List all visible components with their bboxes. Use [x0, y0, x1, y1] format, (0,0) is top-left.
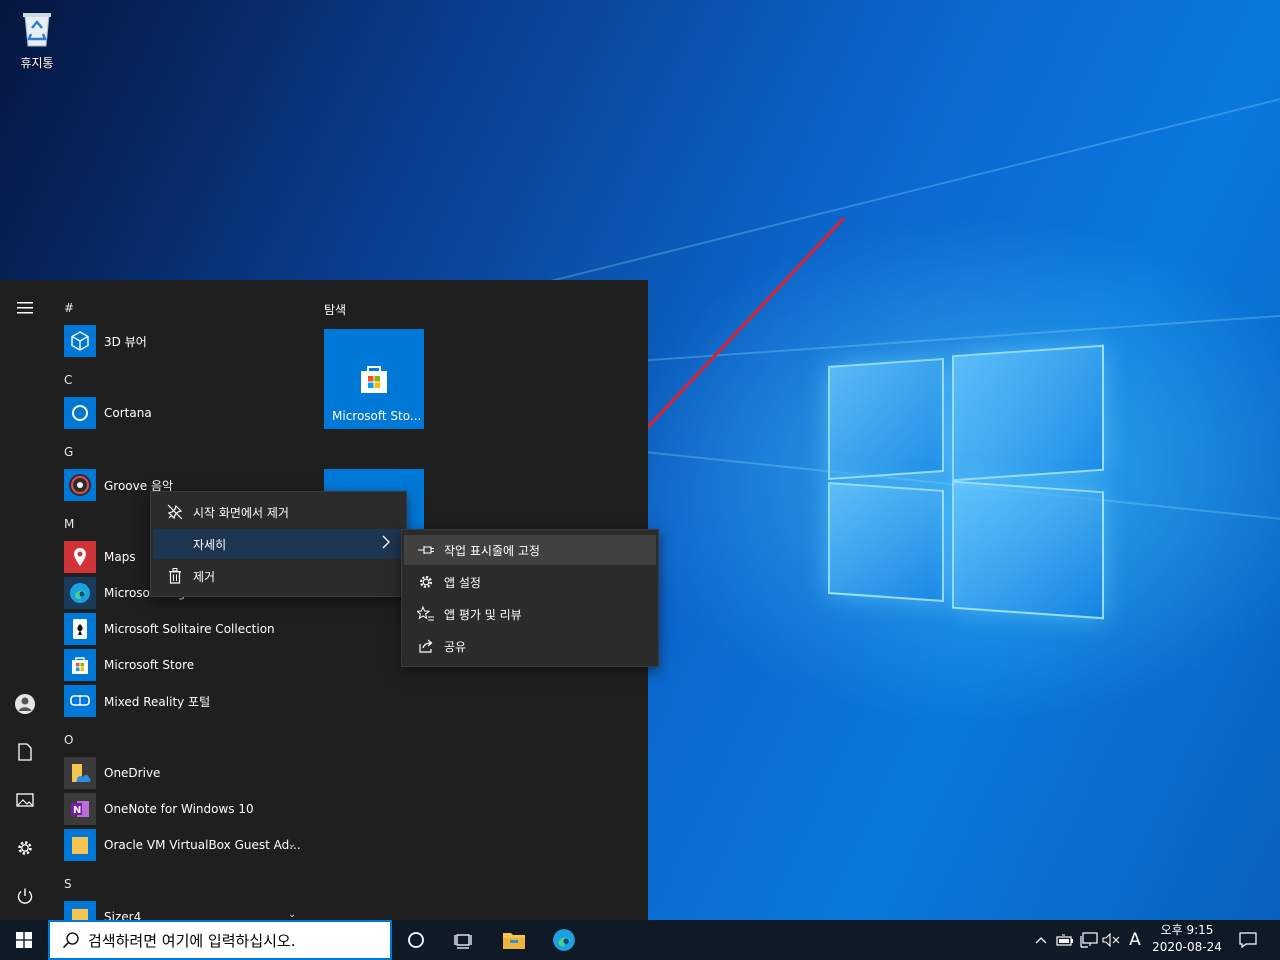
group-header-s[interactable]: S: [64, 877, 72, 891]
edge-taskbar-button[interactable]: [540, 920, 588, 960]
recycle-bin-label: 휴지통: [20, 56, 54, 70]
action-center-button[interactable]: [1230, 920, 1266, 960]
chevron-down-icon[interactable]: ⌄: [288, 909, 296, 920]
folder-icon: [72, 909, 88, 920]
menu-item-more[interactable]: 자세히: [153, 529, 404, 559]
pictures-icon: [16, 793, 34, 807]
user-account-button[interactable]: [5, 684, 45, 724]
tiles-group-header[interactable]: 탐색: [324, 301, 346, 318]
app-microsoft-store[interactable]: Microsoft Store: [64, 649, 304, 681]
tile-microsoft-store[interactable]: Microsoft Sto...: [324, 329, 424, 429]
cube-icon: [71, 331, 89, 351]
app-context-menu: 시작 화면에서 제거 자세히 제거: [150, 491, 407, 597]
start-rail: [0, 280, 50, 920]
unpin-icon: [167, 504, 183, 520]
app-list: # 3D 뷰어 C Cortana G Groove 음악 M Maps Mic…: [50, 280, 310, 920]
task-view-icon: [454, 934, 472, 949]
windows-start-icon: [16, 932, 32, 948]
document-icon: [18, 743, 32, 761]
pictures-button[interactable]: [5, 780, 45, 820]
playing-card-icon: [73, 619, 87, 639]
app-solitaire[interactable]: Microsoft Solitaire Collection: [64, 613, 304, 645]
chevron-down-icon[interactable]: ⌄: [288, 839, 296, 850]
cortana-circle-icon: [408, 932, 424, 948]
headset-icon: [70, 695, 90, 706]
group-header-o[interactable]: O: [64, 733, 73, 747]
power-icon: [17, 888, 33, 904]
menu-item-uninstall[interactable]: 제거: [153, 561, 404, 591]
svg-text:N: N: [73, 805, 81, 816]
taskbar-search-box[interactable]: 검색하려면 여기에 입력하십시오.: [48, 920, 392, 960]
battery-button[interactable]: [1054, 920, 1076, 960]
edge-icon: [553, 929, 575, 951]
app-onenote[interactable]: N OneNote for Windows 10: [64, 793, 304, 825]
menu-item-share[interactable]: 공유: [404, 631, 656, 661]
file-explorer-icon: [503, 933, 525, 949]
group-header-g[interactable]: G: [64, 445, 73, 459]
hamburger-icon: [17, 302, 33, 314]
user-avatar-icon: [15, 694, 35, 714]
hamburger-menu-button[interactable]: [5, 288, 45, 328]
clock-time: 오후 9:15: [1160, 923, 1214, 937]
recycle-bin[interactable]: 휴지통: [12, 8, 62, 71]
star-list-icon: [417, 606, 434, 621]
chevron-right-icon: [381, 535, 391, 552]
network-icon: [1080, 932, 1098, 948]
power-button[interactable]: [5, 876, 45, 916]
settings-button[interactable]: [5, 828, 45, 868]
file-explorer-button[interactable]: [490, 920, 538, 960]
pin-icon: [418, 546, 434, 554]
app-mixed-reality[interactable]: Mixed Reality 포털: [64, 685, 304, 717]
taskbar: 검색하려면 여기에 입력하십시오. A 오후 9:15 2020-08-24: [0, 920, 1280, 960]
network-button[interactable]: [1078, 920, 1100, 960]
store-bag-icon: [72, 657, 88, 674]
app-onedrive[interactable]: OneDrive: [64, 757, 304, 789]
group-header-hash[interactable]: #: [64, 301, 74, 315]
app-sizer-folder[interactable]: Sizer4: [64, 901, 304, 920]
notification-icon: [1239, 932, 1257, 948]
menu-item-app-settings[interactable]: 앱 설정: [404, 567, 656, 597]
start-button[interactable]: [0, 920, 48, 960]
groove-icon: [69, 474, 91, 496]
trash-icon: [169, 568, 181, 584]
documents-button[interactable]: [5, 732, 45, 772]
app-virtualbox-folder[interactable]: Oracle VM VirtualBox Guest Ad...: [64, 829, 304, 861]
gear-icon: [420, 576, 432, 588]
search-icon: [62, 931, 80, 949]
volume-muted-icon: [1102, 933, 1120, 947]
cortana-icon: [72, 405, 88, 421]
edge-icon: [70, 583, 90, 603]
more-submenu: 작업 표시줄에 고정 앱 설정 앱 평가 및 리뷰 공유: [401, 529, 659, 667]
recycle-bin-icon: [19, 8, 55, 48]
chevron-up-icon: [1035, 937, 1047, 944]
onenote-icon: N: [71, 801, 89, 817]
ime-indicator[interactable]: A: [1124, 920, 1146, 960]
cortana-button[interactable]: [392, 920, 440, 960]
tile-label: Microsoft Sto...: [332, 409, 422, 423]
search-placeholder: 검색하려면 여기에 입력하십시오.: [88, 931, 296, 950]
folder-cloud-icon: [72, 764, 91, 782]
group-header-m[interactable]: M: [64, 517, 74, 531]
menu-item-unpin-start[interactable]: 시작 화면에서 제거: [153, 497, 404, 527]
volume-button[interactable]: [1100, 920, 1122, 960]
task-view-button[interactable]: [440, 920, 488, 960]
app-cortana[interactable]: Cortana: [64, 397, 304, 429]
taskbar-clock[interactable]: 오후 9:15 2020-08-24: [1148, 922, 1226, 956]
group-header-c[interactable]: C: [64, 373, 72, 387]
show-hidden-icons-button[interactable]: [1030, 920, 1052, 960]
battery-icon: [1056, 934, 1073, 946]
share-icon: [419, 639, 433, 653]
map-pin-icon: [74, 548, 86, 566]
folder-icon: [72, 837, 88, 854]
store-bag-icon: [361, 366, 387, 393]
app-3d-viewer[interactable]: 3D 뷰어: [64, 325, 304, 357]
clock-date: 2020-08-24: [1152, 940, 1222, 954]
menu-item-pin-taskbar[interactable]: 작업 표시줄에 고정: [404, 535, 656, 565]
gear-icon: [18, 841, 32, 855]
menu-item-rate-review[interactable]: 앱 평가 및 리뷰: [404, 599, 656, 629]
